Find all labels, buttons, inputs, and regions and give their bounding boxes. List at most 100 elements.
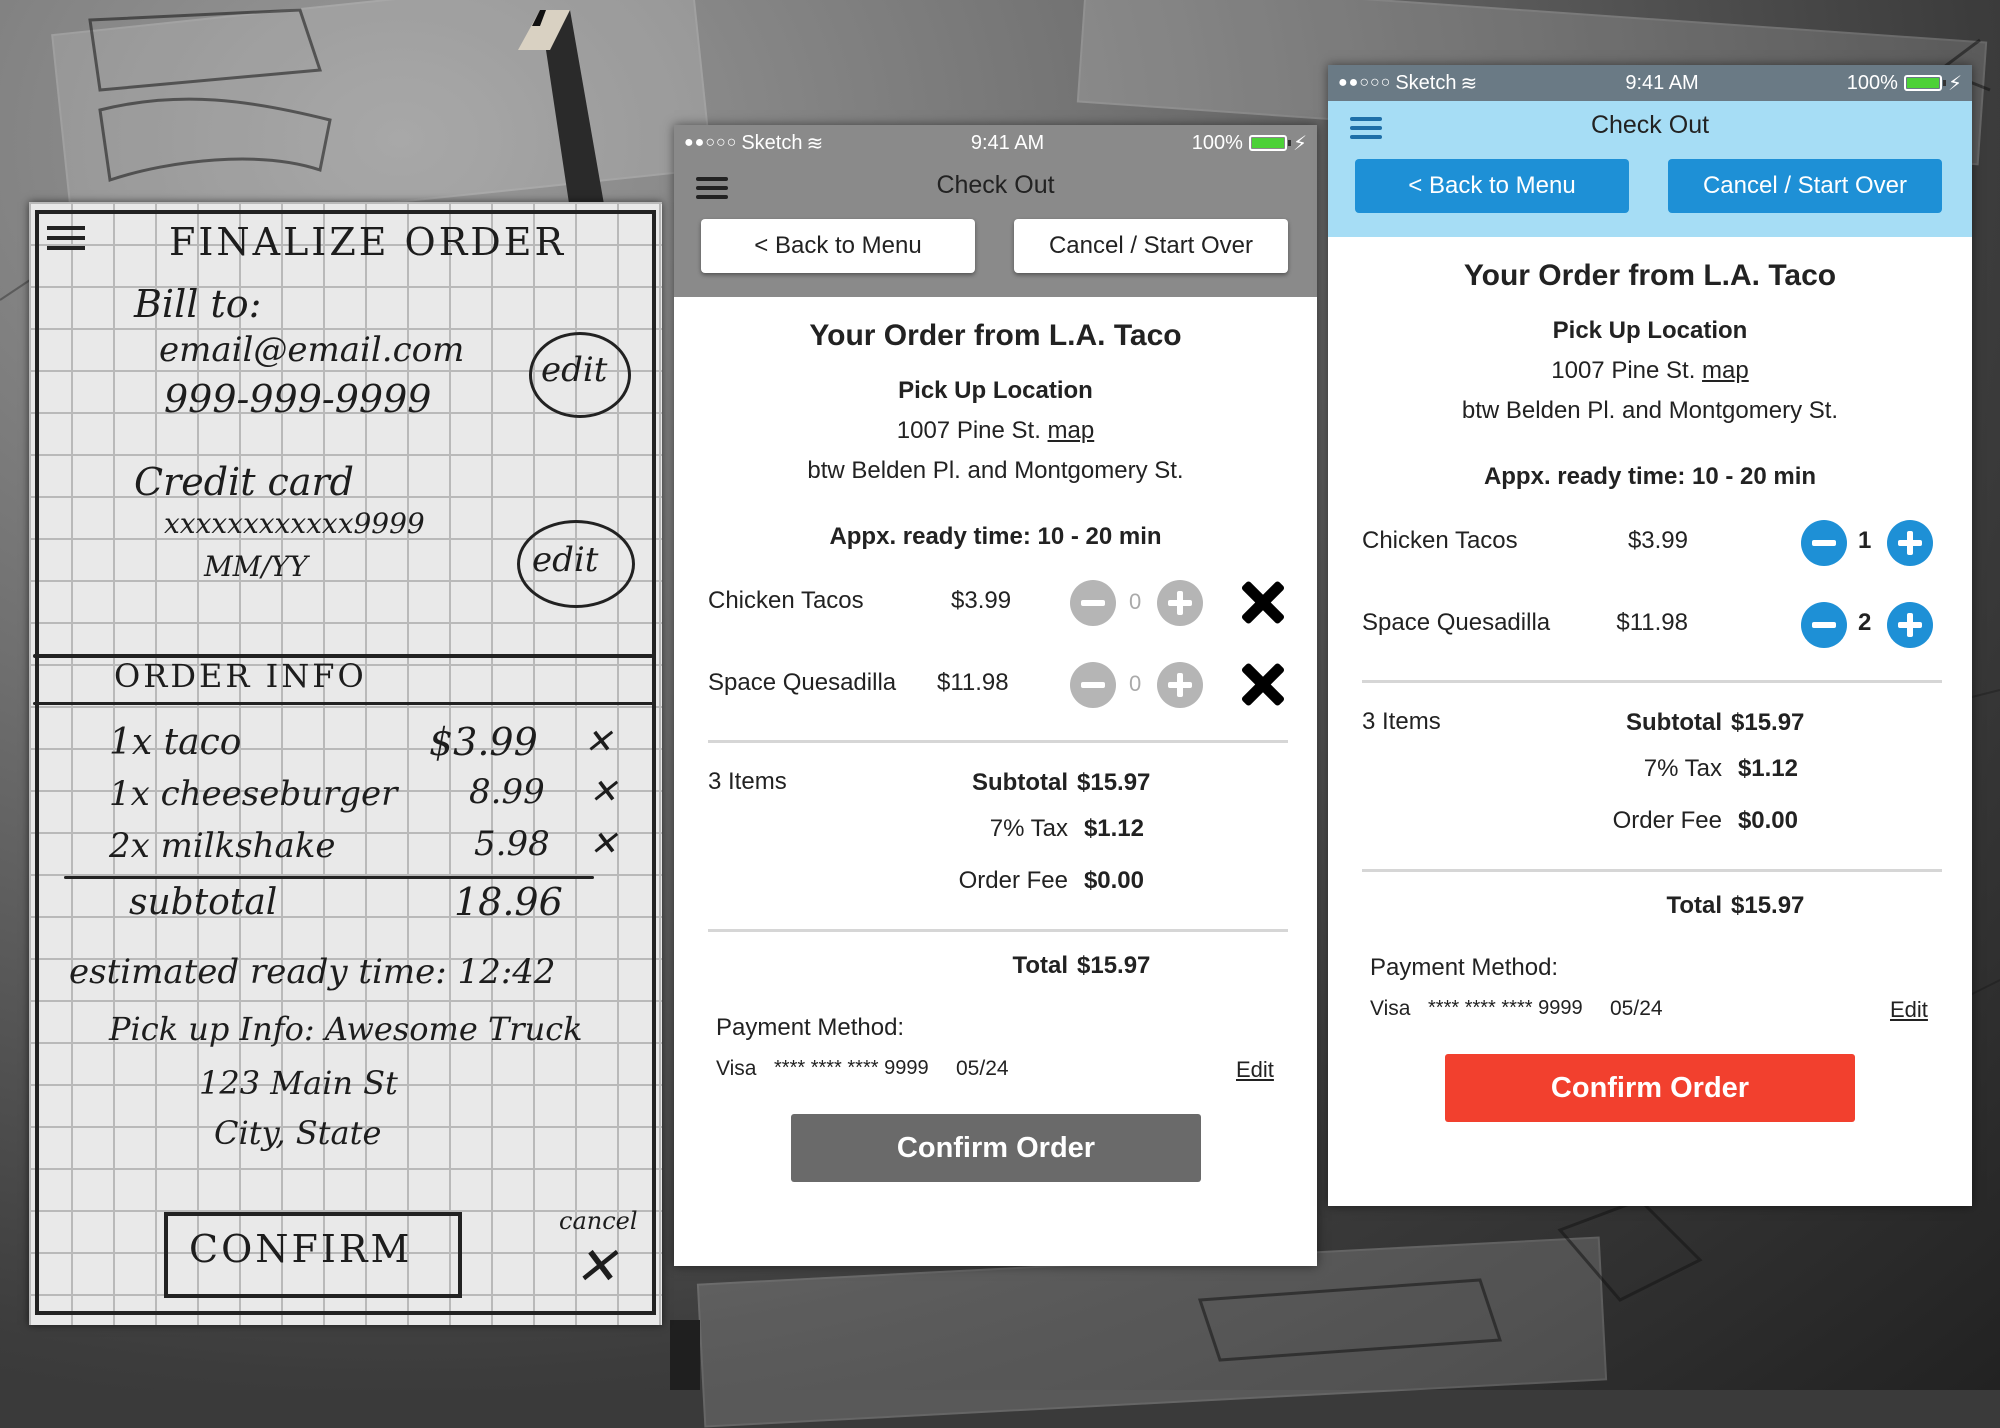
divider <box>1362 869 1942 872</box>
status-time: 9:41 AM <box>970 131 1045 154</box>
back-to-menu-button[interactable]: < Back to Menu <box>1355 159 1629 213</box>
sketch-cancel-x: ✕ <box>574 1237 618 1297</box>
increase-quantity-button[interactable] <box>1157 580 1203 626</box>
battery-percent: 100% <box>1846 71 1898 94</box>
sketch-subtotal-label: subtotal <box>129 882 278 923</box>
sketch-item-price: 5.98 <box>474 824 550 864</box>
order-title: Your Order from L.A. Taco <box>809 319 1182 352</box>
divider <box>1362 680 1942 683</box>
item-count: 3 Items <box>708 768 787 795</box>
item-price: $11.98 <box>1616 609 1688 636</box>
charging-icon: ⚡ <box>1947 72 1962 95</box>
sketch-item-remove: ✕ <box>584 722 613 762</box>
decrease-quantity-button[interactable] <box>1070 662 1116 708</box>
increase-quantity-button[interactable] <box>1157 662 1203 708</box>
card-expiry: 05/24 <box>1610 997 1663 1020</box>
confirm-order-button[interactable]: Confirm Order <box>791 1114 1201 1182</box>
order-fee-label: Order Fee <box>1612 807 1722 834</box>
sketch-divider <box>64 876 594 879</box>
order-fee-label: Order Fee <box>958 867 1068 894</box>
decrease-quantity-button[interactable] <box>1801 520 1847 566</box>
sketch-item-remove: ✕ <box>589 772 618 812</box>
card-type: Visa <box>716 1057 757 1080</box>
increase-quantity-button[interactable] <box>1887 602 1933 648</box>
signal-icon: ●●○○○ <box>1338 74 1392 91</box>
order-fee-value: $0.00 <box>1737 807 1798 834</box>
total-value: $15.97 <box>1731 892 1805 919</box>
charging-icon: ⚡ <box>1292 132 1307 155</box>
sketch-edit-billing: edit <box>541 350 608 390</box>
map-link[interactable]: map <box>1048 417 1095 444</box>
map-link[interactable]: map <box>1702 357 1749 384</box>
subtotal-label: Subtotal <box>972 769 1068 796</box>
status-time: 9:41 AM <box>1625 71 1699 94</box>
sketch-order-info: ORDER INFO <box>114 657 367 695</box>
subtotal-value: $15.97 <box>1731 709 1805 736</box>
carrier-label: Sketch <box>741 131 803 154</box>
confirm-order-button[interactable]: Confirm Order <box>1445 1054 1855 1122</box>
card-number: **** **** **** 9999 <box>774 1057 929 1079</box>
cross-streets: btw Belden Pl. and Montgomery St. <box>807 457 1184 484</box>
item-count: 3 Items <box>1362 708 1441 735</box>
sketch-subtotal-value: 18.96 <box>454 880 563 924</box>
sketch-item-remove: ✕ <box>589 824 618 864</box>
sketch-address1: 123 Main St <box>199 1064 398 1102</box>
back-to-menu-button[interactable]: < Back to Menu <box>701 219 975 273</box>
pencil-image <box>518 10 605 210</box>
sketch-address2: City, State <box>214 1114 382 1152</box>
item-price: $3.99 <box>1627 527 1688 554</box>
carrier-label: Sketch <box>1395 71 1457 94</box>
status-bar: ●●○○○ Sketch ≋ 9:41 AM 100% ⚡ <box>674 125 1317 161</box>
sketch-divider <box>33 702 653 705</box>
order-fee-value: $0.00 <box>1083 867 1144 894</box>
sketch-edit-card: edit <box>532 540 599 580</box>
pickup-address: 1007 Pine St. map <box>1328 357 1972 385</box>
sketch-pickup: Pick up Info: Awesome Truck <box>109 1010 583 1048</box>
nav-bar: Check Out < Back to Menu Cancel / Start … <box>1328 101 1972 237</box>
paper-sketch-card: FINALIZE ORDER Bill to: email@email.com … <box>29 202 662 1325</box>
address-text: 1007 Pine St. <box>896 417 1041 444</box>
edit-payment-link[interactable]: Edit <box>1236 1057 1274 1083</box>
cancel-start-over-button[interactable]: Cancel / Start Over <box>1014 219 1288 273</box>
decrease-quantity-button[interactable] <box>1070 580 1116 626</box>
card-number: **** **** **** 9999 <box>1428 997 1583 1019</box>
item-quantity: 0 <box>1129 671 1142 696</box>
total-label: Total <box>1666 892 1722 919</box>
sketch-card-number: xxxxxxxxxxxx9999 <box>164 507 425 540</box>
remove-item-icon[interactable] <box>1240 661 1286 707</box>
blue-design-phone: ●●○○○ Sketch ≋ 9:41 AM 100% ⚡ Check Out … <box>1328 65 1972 1206</box>
item-quantity: 0 <box>1129 589 1142 614</box>
nav-bar: Check Out < Back to Menu Cancel / Start … <box>674 161 1317 297</box>
signal-icon: ●●○○○ <box>684 134 738 151</box>
ready-time: Appx. ready time: 10 - 20 min <box>1483 463 1817 490</box>
page-title: Check Out <box>936 171 1055 199</box>
order-title: Your Order from L.A. Taco <box>1463 259 1837 292</box>
edit-payment-link[interactable]: Edit <box>1890 997 1928 1023</box>
wifi-icon: ≋ <box>806 132 824 155</box>
tax-value: $1.12 <box>1083 815 1144 842</box>
ready-time: Appx. ready time: 10 - 20 min <box>829 523 1162 550</box>
decrease-quantity-button[interactable] <box>1801 602 1847 648</box>
divider <box>708 929 1288 932</box>
subtotal-value: $15.97 <box>1077 769 1151 796</box>
pickup-location-label: Pick Up Location <box>898 377 1093 404</box>
item-price: $11.98 <box>937 669 1009 696</box>
sketch-expiry: MM/YY <box>204 550 308 583</box>
sketch-cancel: cancel <box>559 1207 638 1235</box>
hamburger-icon <box>47 226 85 250</box>
sketch-phone: 999-999-9999 <box>164 377 432 421</box>
remove-item-icon[interactable] <box>1240 579 1286 625</box>
cancel-start-over-button[interactable]: Cancel / Start Over <box>1668 159 1942 213</box>
pickup-address: 1007 Pine St. map <box>674 417 1317 445</box>
sketch-confirm: CONFIRM <box>189 1227 413 1271</box>
item-name: Space Quesadilla <box>708 669 897 696</box>
card-type: Visa <box>1370 997 1411 1020</box>
cross-streets: btw Belden Pl. and Montgomery St. <box>1461 397 1839 424</box>
increase-quantity-button[interactable] <box>1887 520 1933 566</box>
sketch-item-name: 1x cheeseburger <box>109 774 398 814</box>
payment-method-label: Payment Method: <box>1370 954 1559 981</box>
sketch-item-price: $3.99 <box>429 720 538 764</box>
sketch-credit-card: Credit card <box>134 460 354 504</box>
item-name: Space Quesadilla <box>1362 609 1551 636</box>
sketch-bill-to: Bill to: <box>134 282 262 326</box>
